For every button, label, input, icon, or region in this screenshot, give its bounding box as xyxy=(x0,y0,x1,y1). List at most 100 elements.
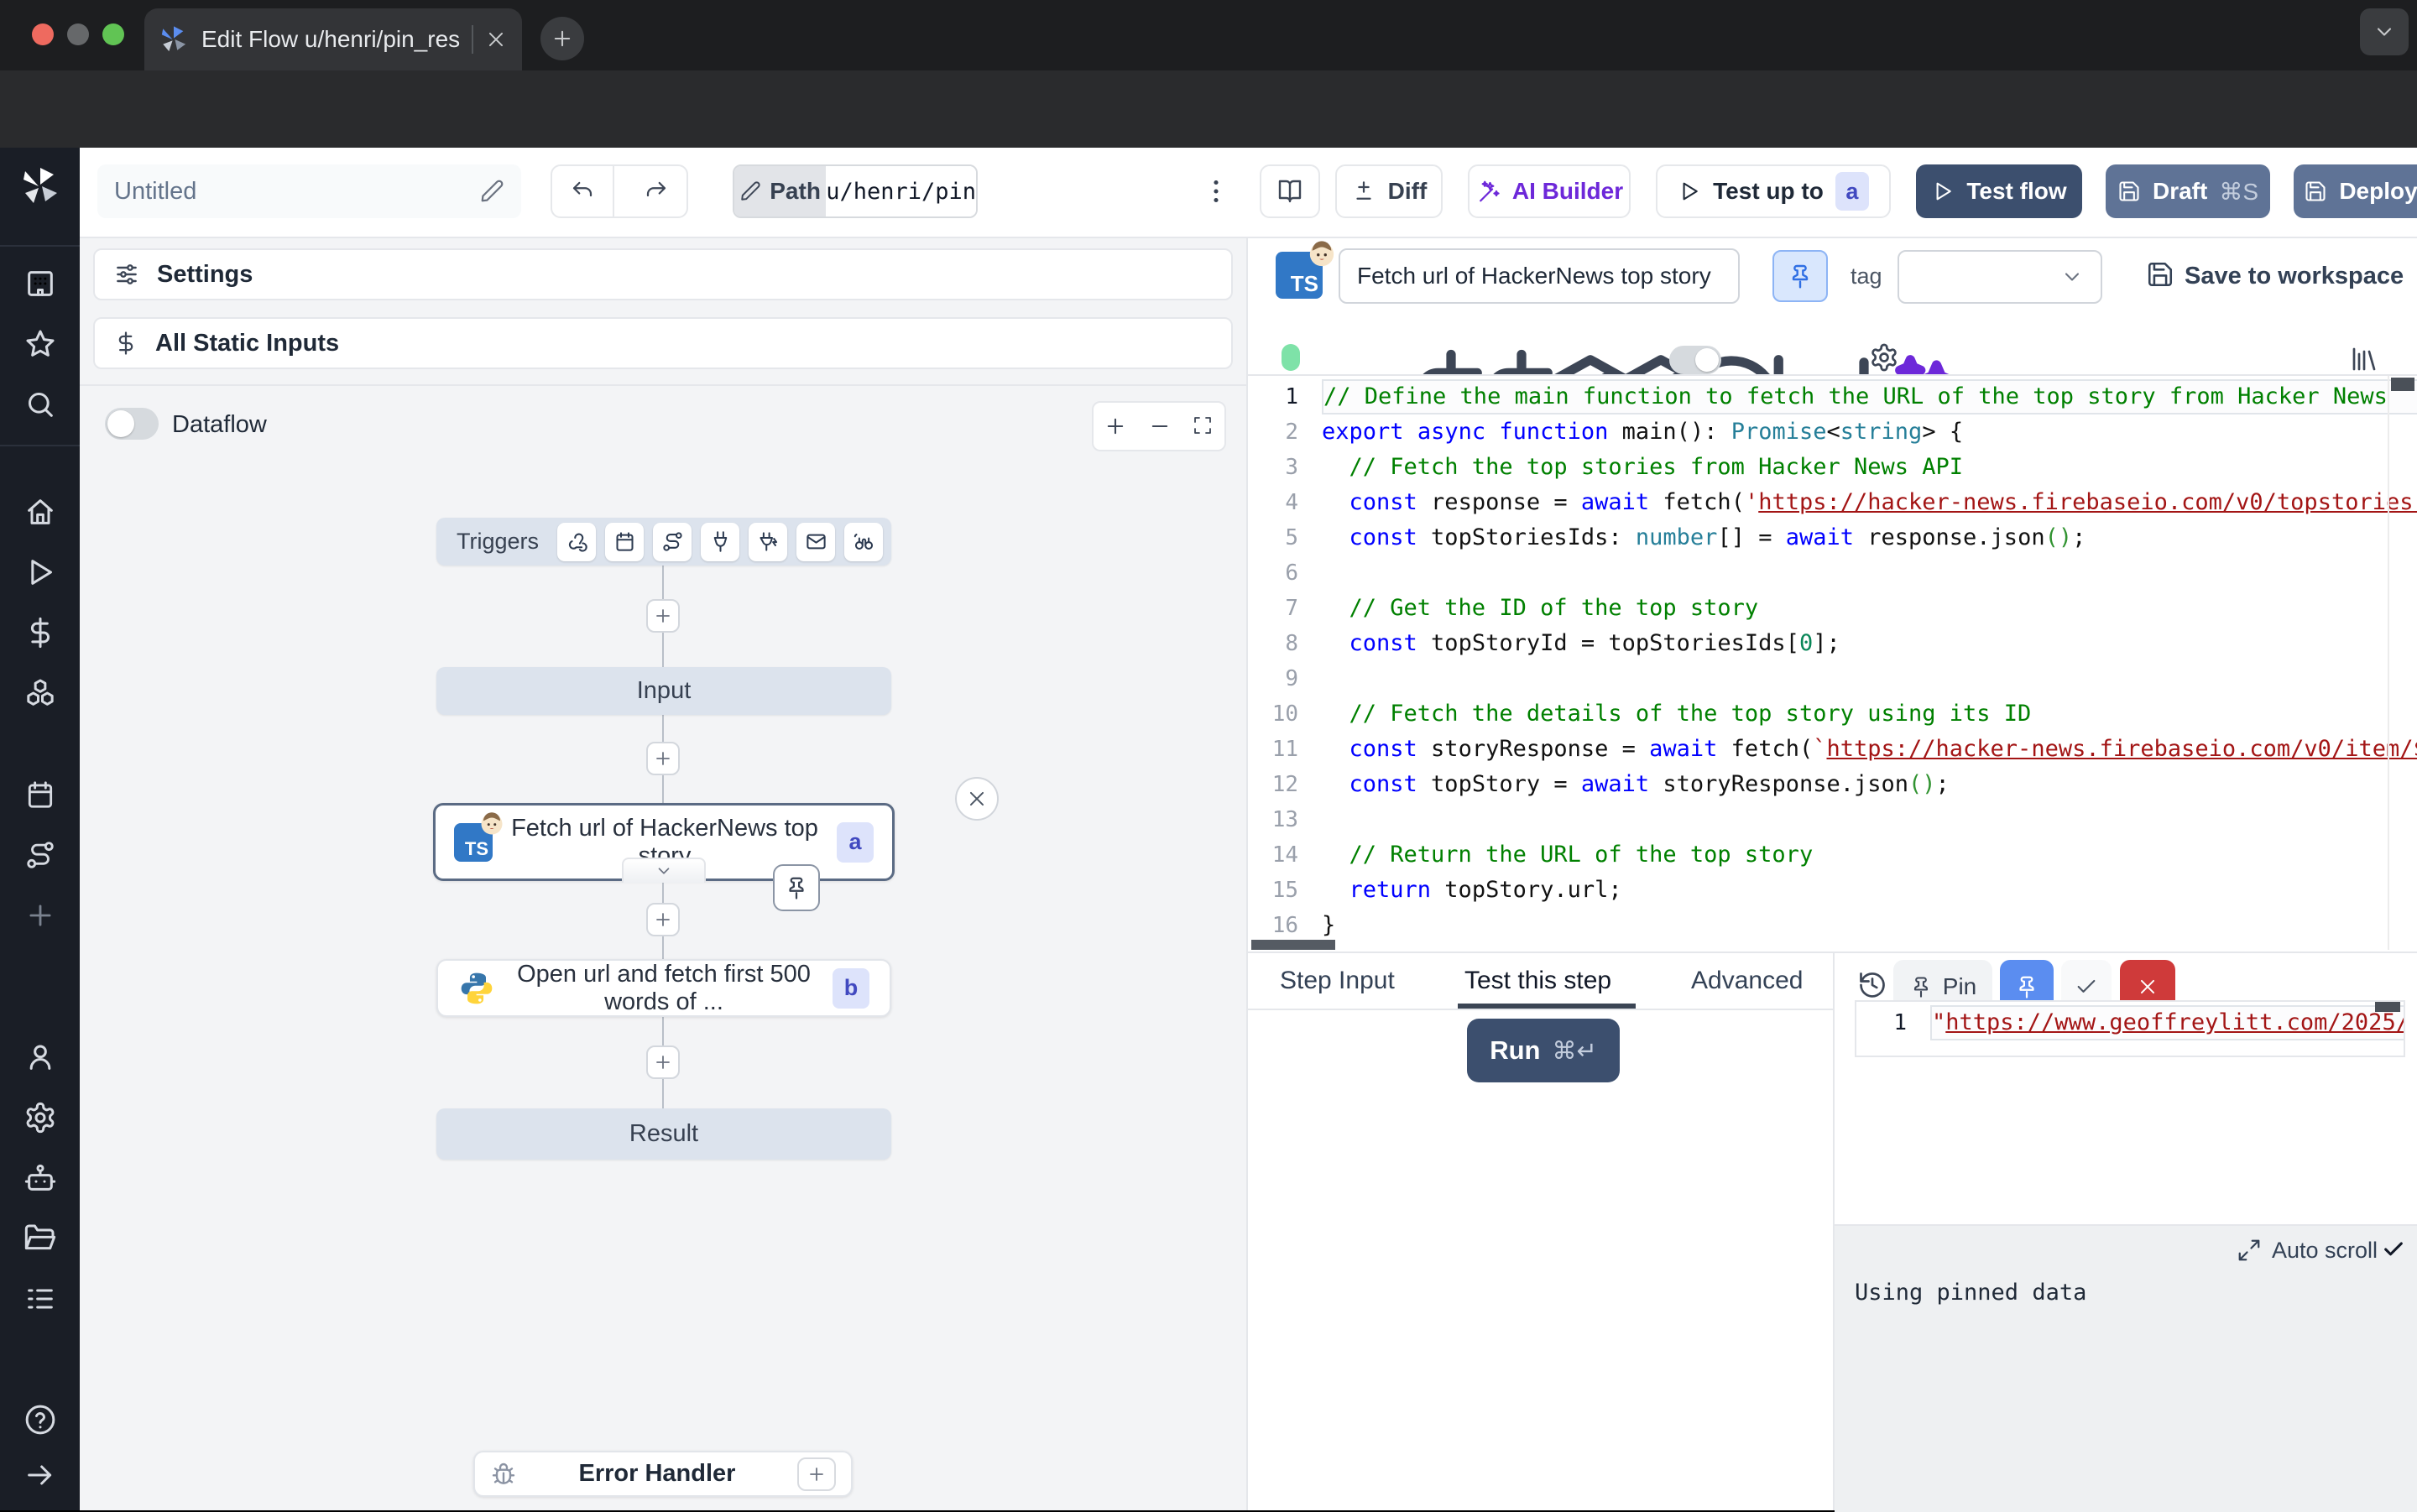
close-icon xyxy=(966,788,988,810)
step-title-input[interactable] xyxy=(1339,248,1740,304)
sidebar-divider xyxy=(0,245,80,247)
kafka-trigger-button[interactable] xyxy=(749,523,787,561)
editor-toggle[interactable] xyxy=(1669,346,1721,374)
chevron-down-icon xyxy=(2373,20,2396,44)
sidebar-item-workspace[interactable] xyxy=(23,267,57,300)
add-error-handler-button[interactable] xyxy=(797,1457,836,1491)
traffic-light-zoom[interactable] xyxy=(102,23,124,45)
zoom-out-icon[interactable] xyxy=(1148,414,1172,438)
sidebar-item-search[interactable] xyxy=(23,388,57,421)
test-up-to-button[interactable]: Test up to a xyxy=(1656,164,1891,218)
poll-trigger-button[interactable] xyxy=(844,523,883,561)
input-node[interactable]: Input xyxy=(436,667,891,715)
sidebar-item-triggers[interactable] xyxy=(24,839,56,871)
save-icon[interactable] xyxy=(2146,260,2174,289)
traffic-light-minimize[interactable] xyxy=(67,23,89,45)
tab-title: Edit Flow u/henri/pin_results xyxy=(201,26,460,53)
auto-scroll-check-icon[interactable] xyxy=(2382,1238,2405,1261)
tab-test-this-step[interactable]: Test this step xyxy=(1464,967,1611,995)
sidebar-item-help[interactable] xyxy=(23,1403,57,1436)
code-editor[interactable]: 1// Define the main function to fetch th… xyxy=(1248,374,2417,952)
traffic-light-close[interactable] xyxy=(32,23,54,45)
python-icon xyxy=(458,970,495,1007)
play-icon xyxy=(1931,180,1955,203)
editor-settings-icon[interactable] xyxy=(1869,342,1899,373)
sidebar-item-folders[interactable] xyxy=(23,1222,57,1255)
windmill-favicon xyxy=(159,25,188,54)
insert-step-button[interactable] xyxy=(646,599,680,633)
pinned-data-editor[interactable]: 1"https://www.geoffreylitt.com/2025/04/1… xyxy=(1855,1000,2405,1057)
sidebar-item-resources[interactable] xyxy=(23,676,57,710)
step-test-area: Step Input Test this step Advanced Run ⌘… xyxy=(1248,952,1835,1510)
sidebar-item-logs[interactable] xyxy=(23,1282,57,1316)
test-flow-button[interactable]: Test flow xyxy=(1916,164,2082,218)
run-shortcut: ⌘↵ xyxy=(1552,1036,1596,1066)
sidebar-item-settings[interactable] xyxy=(23,1101,57,1134)
http-route-trigger-button[interactable] xyxy=(653,523,692,561)
webhook-trigger-button[interactable] xyxy=(557,523,596,561)
zoom-in-icon[interactable] xyxy=(1104,414,1127,438)
tab-advanced[interactable]: Advanced xyxy=(1691,967,1803,995)
ai-builder-button[interactable]: AI Builder xyxy=(1468,164,1631,218)
sidebar-expand-icon[interactable] xyxy=(23,1458,57,1492)
draft-button[interactable]: Draft ⌘S xyxy=(2106,164,2270,218)
all-static-inputs-row[interactable]: All Static Inputs xyxy=(93,317,1233,369)
mail-icon xyxy=(805,530,827,553)
websocket-trigger-button[interactable] xyxy=(701,523,739,561)
deploy-button[interactable]: Deploy xyxy=(2294,164,2417,218)
diff-button[interactable]: Diff xyxy=(1335,164,1443,218)
more-options-icon[interactable] xyxy=(1201,176,1231,206)
path-button[interactable]: Path xyxy=(734,166,826,216)
remove-step-button[interactable] xyxy=(955,777,999,821)
calendar-icon xyxy=(613,530,636,553)
tab-search-button[interactable] xyxy=(2360,8,2409,55)
library-icon[interactable] xyxy=(2349,344,2379,374)
sidebar-divider xyxy=(0,445,80,446)
sidebar-item-runs[interactable] xyxy=(23,555,57,589)
expand-node-chevron[interactable] xyxy=(622,858,706,883)
pinned-editor-scrollbar-thumb[interactable] xyxy=(2375,1002,2400,1012)
email-trigger-button[interactable] xyxy=(796,523,835,561)
browser-tab[interactable]: Edit Flow u/henri/pin_results xyxy=(144,8,522,70)
editor-vscrollbar-thumb[interactable] xyxy=(2391,378,2414,391)
editor-hscrollbar-thumb[interactable] xyxy=(1251,940,1335,950)
windmill-logo[interactable] xyxy=(20,166,60,206)
run-button[interactable]: Run ⌘↵ xyxy=(1467,1019,1620,1082)
sidebar-item-favorites[interactable] xyxy=(23,327,57,361)
expand-icon[interactable] xyxy=(2237,1238,2262,1263)
auto-scroll-label[interactable]: Auto scroll xyxy=(2272,1238,2378,1264)
insert-step-button[interactable] xyxy=(646,742,680,775)
settings-row[interactable]: Settings xyxy=(93,248,1233,300)
path-value[interactable]: u/henri/pin xyxy=(826,166,976,216)
tab-step-input[interactable]: Step Input xyxy=(1280,967,1395,995)
insert-step-button[interactable] xyxy=(646,903,680,936)
docs-button[interactable] xyxy=(1260,164,1320,218)
dataflow-toggle[interactable] xyxy=(105,408,159,440)
insert-step-button[interactable] xyxy=(646,1045,680,1079)
new-tab-button[interactable] xyxy=(540,17,584,60)
step-node-b[interactable]: Open url and fetch first 500 words of ..… xyxy=(436,959,891,1017)
tab-close-icon[interactable] xyxy=(485,29,507,50)
schedule-trigger-button[interactable] xyxy=(605,523,644,561)
history-icon[interactable] xyxy=(1857,970,1887,1000)
bug-icon xyxy=(490,1461,517,1488)
sidebar-item-variables[interactable] xyxy=(23,616,57,649)
error-handler-node[interactable]: Error Handler xyxy=(473,1451,853,1497)
fit-view-icon[interactable] xyxy=(1193,415,1214,437)
redo-button[interactable] xyxy=(626,166,686,216)
sidebar-item-schedules[interactable] xyxy=(24,779,56,811)
tag-select[interactable] xyxy=(1898,250,2102,304)
sidebar-item-workers[interactable] xyxy=(23,1161,57,1195)
edit-pencil-icon[interactable] xyxy=(479,179,504,204)
save-to-workspace-button[interactable]: Save to workspace xyxy=(2185,263,2404,290)
sidebar-item-users[interactable] xyxy=(23,1040,57,1074)
sidebar-item-home[interactable] xyxy=(23,495,57,529)
triggers-node[interactable]: Triggers xyxy=(436,518,891,566)
pin-toggle-button[interactable] xyxy=(1772,250,1828,302)
undo-button[interactable] xyxy=(552,166,614,216)
pinned-data-indicator[interactable] xyxy=(773,864,820,911)
sidebar-item-add[interactable] xyxy=(24,899,56,931)
flow-name-field[interactable]: Untitled xyxy=(97,164,521,218)
result-node[interactable]: Result xyxy=(436,1108,891,1160)
step-editor-panel: TS tag Save to workspace 1// Define the … xyxy=(1248,238,2417,1510)
